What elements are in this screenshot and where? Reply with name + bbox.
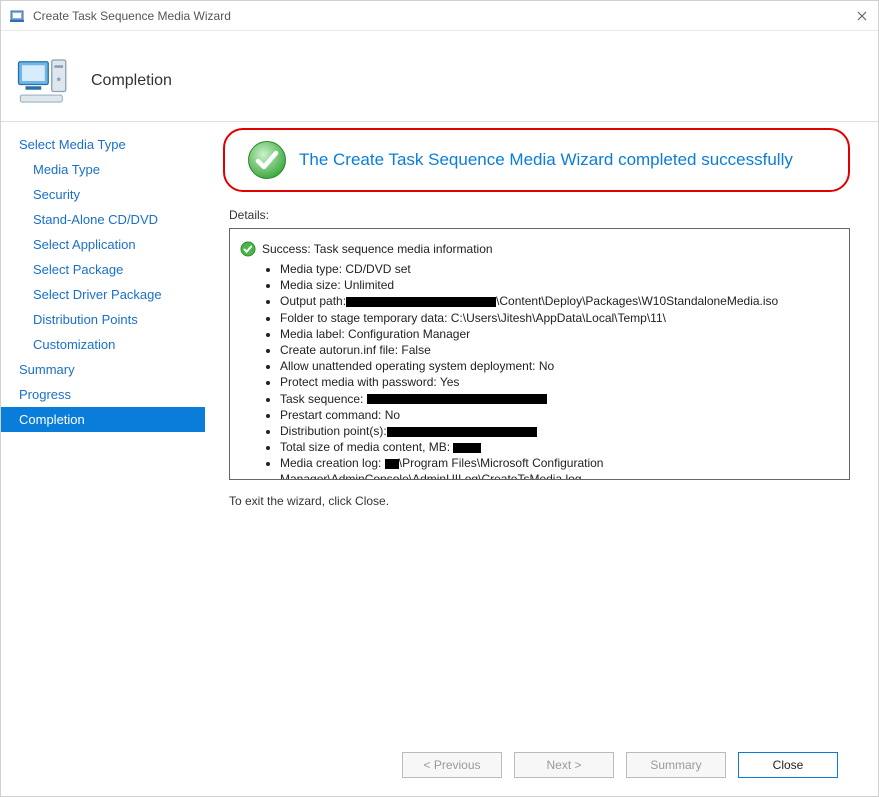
- sidebar-item-progress[interactable]: Progress: [1, 382, 205, 407]
- wizard-window: Create Task Sequence Media Wizard Comple…: [0, 0, 879, 797]
- wizard-body: Select Media TypeMedia TypeSecurityStand…: [1, 121, 878, 796]
- title-text: Create Task Sequence Media Wizard: [33, 9, 854, 23]
- details-headline: Success: Task sequence media information: [262, 242, 493, 256]
- page-title: Completion: [91, 72, 172, 90]
- sidebar-item-summary[interactable]: Summary: [1, 357, 205, 382]
- summary-button: Summary: [626, 752, 726, 778]
- detail-total-size: Total size of media content, MB:: [280, 439, 839, 455]
- completion-banner: The Create Task Sequence Media Wizard co…: [223, 128, 850, 192]
- detail-media-log: Media creation log: \Program Files\Micro…: [280, 455, 839, 480]
- titlebar: Create Task Sequence Media Wizard: [1, 1, 878, 31]
- sidebar-item-select-package[interactable]: Select Package: [1, 257, 205, 282]
- success-small-icon: [240, 241, 256, 257]
- details-list: Media type: CD/DVD set Media size: Unlim…: [240, 261, 839, 480]
- sidebar-item-completion[interactable]: Completion: [1, 407, 205, 432]
- detail-dist-points: Distribution point(s):: [280, 423, 839, 439]
- sidebar-item-customization[interactable]: Customization: [1, 332, 205, 357]
- detail-task-sequence: Task sequence:: [280, 391, 839, 407]
- success-check-icon: [247, 140, 287, 180]
- sidebar-item-select-application[interactable]: Select Application: [1, 232, 205, 257]
- detail-autorun: Create autorun.inf file: False: [280, 342, 839, 358]
- sidebar-item-media-type[interactable]: Media Type: [1, 157, 205, 182]
- detail-temp-folder: Folder to stage temporary data: C:\Users…: [280, 310, 839, 326]
- detail-media-size: Media size: Unlimited: [280, 277, 839, 293]
- detail-media-label: Media label: Configuration Manager: [280, 326, 839, 342]
- details-box: Success: Task sequence media information…: [229, 228, 850, 480]
- redacted: [367, 394, 547, 404]
- redacted: [453, 443, 481, 453]
- details-label: Details:: [229, 208, 858, 222]
- detail-media-type: Media type: CD/DVD set: [280, 261, 839, 277]
- detail-unattended: Allow unattended operating system deploy…: [280, 358, 839, 374]
- sidebar-item-security[interactable]: Security: [1, 182, 205, 207]
- detail-prestart: Prestart command: No: [280, 407, 839, 423]
- next-button: Next >: [514, 752, 614, 778]
- exit-instruction: To exit the wizard, click Close.: [229, 494, 858, 508]
- banner-text: The Create Task Sequence Media Wizard co…: [299, 149, 793, 171]
- sidebar-item-distribution-points[interactable]: Distribution Points: [1, 307, 205, 332]
- detail-output-path: Output path:\Content\Deploy\Packages\W10…: [280, 293, 839, 309]
- computer-icon: [15, 53, 71, 109]
- redacted: [385, 459, 399, 469]
- previous-button: < Previous: [402, 752, 502, 778]
- sidebar-item-select-driver-package[interactable]: Select Driver Package: [1, 282, 205, 307]
- sidebar: Select Media TypeMedia TypeSecurityStand…: [1, 122, 205, 796]
- redacted: [346, 297, 496, 307]
- detail-protect: Protect media with password: Yes: [280, 374, 839, 390]
- content-pane: The Create Task Sequence Media Wizard co…: [205, 122, 878, 796]
- app-icon: [9, 8, 25, 24]
- details-headline-row: Success: Task sequence media information: [240, 241, 839, 257]
- sidebar-item-select-media-type[interactable]: Select Media Type: [1, 132, 205, 157]
- header: Completion: [1, 31, 878, 121]
- close-icon[interactable]: [854, 8, 870, 24]
- sidebar-item-stand-alone-cd-dvd[interactable]: Stand-Alone CD/DVD: [1, 207, 205, 232]
- button-bar: < Previous Next > Summary Close: [215, 734, 858, 796]
- redacted: [387, 427, 537, 437]
- close-button[interactable]: Close: [738, 752, 838, 778]
